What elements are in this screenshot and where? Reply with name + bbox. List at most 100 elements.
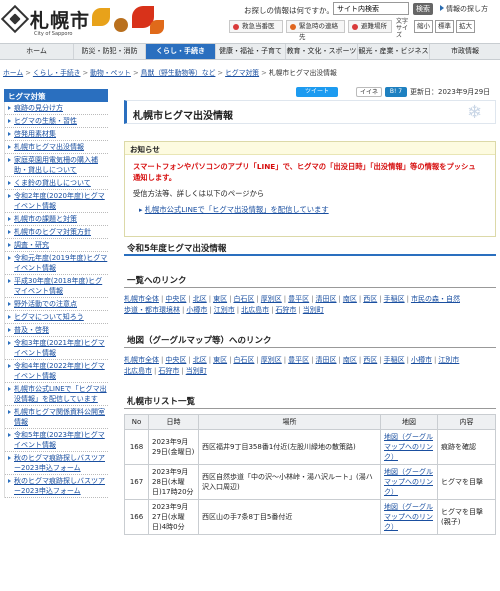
area-list-link[interactable]: 江別市	[214, 306, 235, 314]
area-list-link[interactable]: 当別町	[303, 306, 324, 314]
sidebar-item[interactable]: 平成30年度(2018年度)ヒグマイベント情報	[5, 275, 108, 298]
link-separator: |	[154, 367, 157, 375]
sightings-table: No 日時 場所 地図 内容 168 2023年9月29日(金曜日) 西区福井9丁目…	[124, 414, 496, 535]
sidebar-item[interactable]: 普及・啓発	[5, 324, 108, 337]
sidebar-item[interactable]: 野外活動での注意点	[5, 298, 108, 311]
breadcrumb-living[interactable]: くらし・手続き	[33, 69, 81, 77]
link-separator: |	[379, 295, 382, 303]
evacuation-site-button[interactable]: 避難場所	[348, 20, 392, 33]
area-list-link[interactable]: 厚別区	[261, 295, 282, 303]
autumn-leaves-icon	[88, 0, 178, 42]
area-list-link[interactable]: 小樽市	[186, 306, 207, 314]
area-map-link[interactable]: 小樽市	[411, 356, 432, 364]
sidebar-item[interactable]: 札幌市のヒグマ対策方針	[5, 226, 108, 239]
hatena-bookmark-button[interactable]: B! 7	[385, 87, 407, 97]
sidebar-item[interactable]: 秋のヒグマ痕跡探しバスツアー2023申込フォーム	[5, 452, 108, 475]
sidebar-item[interactable]: くま鈴の貸出しについて	[5, 177, 108, 190]
sidebar-item[interactable]: 札幌市ヒグマ出没情報	[5, 141, 108, 154]
breadcrumb-wildlife[interactable]: 鳥獣（野生動物等）など	[141, 69, 216, 77]
sidebar-item[interactable]: 秋のヒグマ痕跡探しバスツアー2023申込フォーム	[5, 475, 108, 498]
area-list-link[interactable]: 中央区	[165, 295, 186, 303]
area-map-link[interactable]: 南区	[343, 356, 357, 364]
breadcrumb-bear-measures[interactable]: ヒグマ対策	[225, 69, 259, 77]
area-map-link[interactable]: 中央区	[165, 356, 186, 364]
area-map-link[interactable]: 札幌市全体	[124, 356, 159, 364]
area-map-link[interactable]: 白石区	[233, 356, 254, 364]
nav-home[interactable]: ホーム	[0, 44, 74, 59]
area-list-link[interactable]: 西区	[363, 295, 377, 303]
sidebar-item[interactable]: 令和4年度(2022年度)ヒグマイベント情報	[5, 360, 108, 383]
tweet-button[interactable]: ツイート	[296, 87, 338, 97]
area-map-link[interactable]: 北区	[193, 356, 207, 364]
link-separator: |	[433, 356, 437, 364]
cell-date: 2023年9月28日(木曜日)17時20分	[148, 464, 199, 500]
search-howto-link[interactable]: 情報の探し方	[440, 4, 488, 14]
area-list-link[interactable]: 清田区	[316, 295, 337, 303]
sidebar-item[interactable]: 令和5年度(2023年度)ヒグマイベント情報	[5, 429, 108, 452]
area-list-link[interactable]: 豊平区	[288, 295, 309, 303]
area-map-link[interactable]: 厚別区	[261, 356, 282, 364]
sidebar-item[interactable]: 札幌市公式LINEで「ヒグマ出没情報」を配信しています	[5, 383, 108, 406]
line-subscription-link[interactable]: 札幌市公式LINEで「ヒグマ出没情報」を配信しています	[145, 205, 329, 214]
nav-living[interactable]: くらし・手続き	[146, 44, 216, 59]
emergency-contact-button[interactable]: 緊急時の連絡先	[286, 20, 345, 41]
nav-disaster[interactable]: 防災・防犯・消防	[74, 44, 146, 59]
area-list-link[interactable]: 白石区	[233, 295, 254, 303]
nav-health[interactable]: 健康・福祉・子育て	[216, 44, 286, 59]
area-map-link[interactable]: 江別市	[438, 356, 459, 364]
text-size-larger-button[interactable]: 拡大	[456, 20, 475, 33]
area-list-link[interactable]: 歩道・都市環境林	[124, 306, 180, 314]
city-emblem-icon[interactable]	[0, 4, 30, 34]
area-list-link[interactable]: 市民の森・自然	[411, 295, 460, 303]
search-input[interactable]	[333, 2, 409, 15]
link-separator: |	[338, 356, 341, 364]
area-map-link[interactable]: 豊平区	[288, 356, 309, 364]
sidebar-item[interactable]: 家庭菜園用電気柵の購入補助・貸出しについて	[5, 154, 108, 177]
area-list-link[interactable]: 石狩市	[275, 306, 296, 314]
search-button[interactable]: 検索	[413, 3, 433, 15]
area-list-link[interactable]: 手稲区	[384, 295, 405, 303]
sidebar-title[interactable]: ヒグマ対策	[4, 89, 108, 102]
area-list-link[interactable]: 札幌市全体	[124, 295, 159, 303]
sidebar-item[interactable]: 令和2年度(2020年度)ヒグマイベント情報	[5, 190, 108, 213]
link-separator: |	[161, 356, 164, 364]
sidebar-item[interactable]: 啓発用素材集	[5, 128, 108, 141]
area-map-link[interactable]: 当別町	[186, 367, 207, 375]
area-map-link[interactable]: 手稲区	[384, 356, 405, 364]
area-map-link[interactable]: 清田区	[316, 356, 337, 364]
area-list-link[interactable]: 南区	[343, 295, 357, 303]
nav-tourism[interactable]: 観光・産業・ビジネス	[358, 44, 430, 59]
breadcrumb-pets[interactable]: 動物・ペット	[90, 69, 131, 77]
breadcrumb-home[interactable]: ホーム	[3, 69, 23, 77]
area-map-link[interactable]: 石狩市	[158, 367, 179, 375]
site-logo[interactable]: 札幌市	[30, 6, 90, 33]
sidebar-item[interactable]: ヒグマについて知ろう	[5, 311, 108, 324]
area-list-link[interactable]: 東区	[213, 295, 227, 303]
area-list-link[interactable]: 北広島市	[241, 306, 269, 314]
like-button[interactable]: イイネ	[356, 87, 382, 97]
emergency-doctor-button[interactable]: 救急当番医	[229, 20, 283, 33]
text-size-smaller-button[interactable]: 縮小	[414, 20, 433, 33]
sidebar-item[interactable]: 札幌市ヒグマ関係資料公開室情報	[5, 406, 108, 429]
cell-content: 痕跡を確認	[437, 429, 496, 465]
sidebar-item[interactable]: 痕跡の見分け方	[5, 102, 108, 115]
map-link[interactable]: 地図（グーグルマップへのリンク）	[384, 468, 433, 496]
area-map-link[interactable]: 東区	[213, 356, 227, 364]
emergency-icon	[233, 24, 239, 30]
sidebar-item[interactable]: 札幌市の課題と対策	[5, 213, 108, 226]
sidebar-item[interactable]: 令和元年度(2019年度)ヒグマイベント情報	[5, 252, 108, 275]
nav-city-admin[interactable]: 市政情報	[430, 44, 500, 59]
area-map-link[interactable]: 北広島市	[124, 367, 152, 375]
area-list-link[interactable]: 北区	[193, 295, 207, 303]
map-link[interactable]: 地図（グーグルマップへのリンク）	[384, 433, 433, 461]
link-separator: |	[229, 356, 232, 364]
sidebar-item[interactable]: 調査・研究	[5, 239, 108, 252]
nav-education[interactable]: 教育・文化・スポーツ	[286, 44, 358, 59]
text-size-normal-button[interactable]: 標準	[435, 20, 454, 33]
table-row: 168 2023年9月29日(金曜日) 西区福井9丁目358番1付近(左股川緑地の散…	[124, 429, 496, 465]
area-map-link[interactable]: 西区	[363, 356, 377, 364]
sidebar-item[interactable]: ヒグマの生態・習性	[5, 115, 108, 128]
sidebar-item[interactable]: 令和3年度(2021年度)ヒグマイベント情報	[5, 337, 108, 360]
map-link[interactable]: 地図（グーグルマップへのリンク）	[384, 503, 433, 531]
sidebar: ヒグマ対策 痕跡の見分け方 ヒグマの生態・習性 啓発用素材集 札幌市ヒグマ出没情報 家庭…	[4, 89, 108, 498]
